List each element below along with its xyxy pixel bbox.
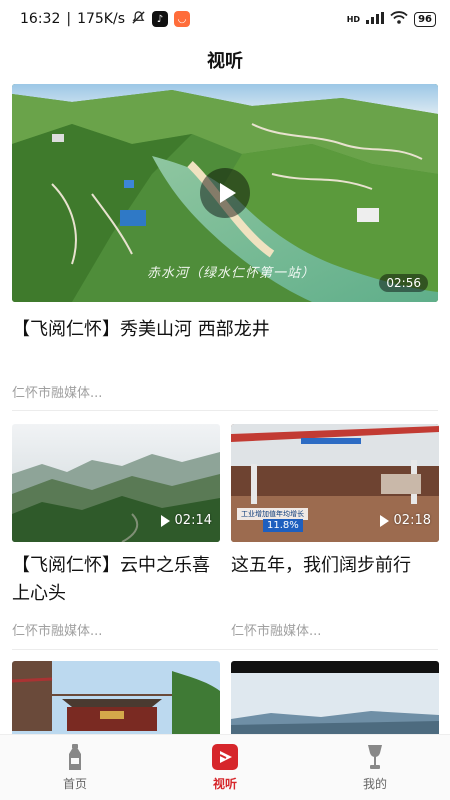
featured-video-source: 仁怀市融媒体... bbox=[12, 386, 103, 401]
duration-text: 02:14 bbox=[174, 513, 212, 528]
video-card-thumbnail[interactable] bbox=[12, 661, 220, 734]
app-icon: ◡ bbox=[174, 11, 190, 27]
nav-label: 视听 bbox=[212, 777, 237, 791]
duration-text: 02:18 bbox=[393, 513, 431, 528]
status-bar: 16:32 | 175K/s ♪ ◡ HD 96 bbox=[0, 0, 450, 38]
page-header: 视听 bbox=[0, 38, 450, 82]
video-card-title[interactable]: 【飞阅仁怀】云中之乐喜上心头 bbox=[12, 552, 222, 608]
divider bbox=[12, 410, 438, 411]
video-card-source: 仁怀市融媒体... bbox=[12, 624, 103, 639]
nav-home[interactable]: 首页 bbox=[0, 735, 150, 800]
bottle-icon bbox=[69, 744, 81, 770]
skyline-image bbox=[231, 661, 439, 734]
play-icon bbox=[379, 514, 389, 527]
video-card-thumbnail[interactable]: 工业增加值年均增长 11.8% 02:18 bbox=[231, 424, 439, 542]
nav-label: 我的 bbox=[362, 777, 387, 791]
video-card-title[interactable]: 这五年，我们阔步前行 bbox=[231, 552, 441, 580]
wifi-icon bbox=[390, 11, 408, 27]
play-button[interactable] bbox=[200, 168, 250, 218]
bottom-navigation: 首页 视听 我的 bbox=[0, 734, 450, 800]
video-feed[interactable]: 赤水河（绿水仁怀第一站） 02:56 【飞阅仁怀】秀美山河 西部龙井 仁怀市融媒… bbox=[0, 84, 450, 734]
video-card-source: 仁怀市融媒体... bbox=[231, 624, 322, 639]
play-icon bbox=[160, 514, 170, 527]
nav-video[interactable]: 视听 bbox=[150, 735, 300, 800]
video-duration: 02:14 bbox=[160, 513, 212, 528]
featured-video-title[interactable]: 【飞阅仁怀】秀美山河 西部龙井 bbox=[12, 315, 270, 341]
status-time: 16:32 bbox=[20, 11, 61, 27]
network-speed: 175K/s bbox=[77, 11, 125, 27]
video-play-icon bbox=[212, 744, 238, 770]
trophy-icon bbox=[368, 745, 382, 769]
divider bbox=[12, 649, 438, 650]
featured-video-thumbnail[interactable]: 赤水河（绿水仁怀第一站） 02:56 bbox=[12, 84, 438, 302]
battery-icon: 96 bbox=[414, 11, 436, 27]
status-separator: | bbox=[66, 11, 72, 27]
video-duration: 02:18 bbox=[379, 513, 431, 528]
video-duration: 02:56 bbox=[379, 274, 428, 292]
nav-profile[interactable]: 我的 bbox=[300, 735, 450, 800]
page-title: 视听 bbox=[207, 51, 243, 72]
tiktok-icon: ♪ bbox=[152, 11, 168, 27]
video-card-thumbnail[interactable] bbox=[231, 661, 439, 734]
temple-gate-image bbox=[12, 661, 220, 734]
nav-label: 首页 bbox=[62, 777, 87, 791]
status-right: HD 96 bbox=[347, 11, 436, 27]
mute-icon bbox=[131, 10, 146, 29]
stats-percent: 11.8% bbox=[263, 519, 303, 532]
signal-icon bbox=[366, 11, 385, 27]
video-card-thumbnail[interactable]: 02:14 bbox=[12, 424, 220, 542]
video-caption-overlay: 赤水河（绿水仁怀第一站） bbox=[147, 266, 316, 281]
network-type: HD bbox=[346, 14, 361, 24]
status-left: 16:32 | 175K/s ♪ ◡ bbox=[20, 10, 190, 29]
